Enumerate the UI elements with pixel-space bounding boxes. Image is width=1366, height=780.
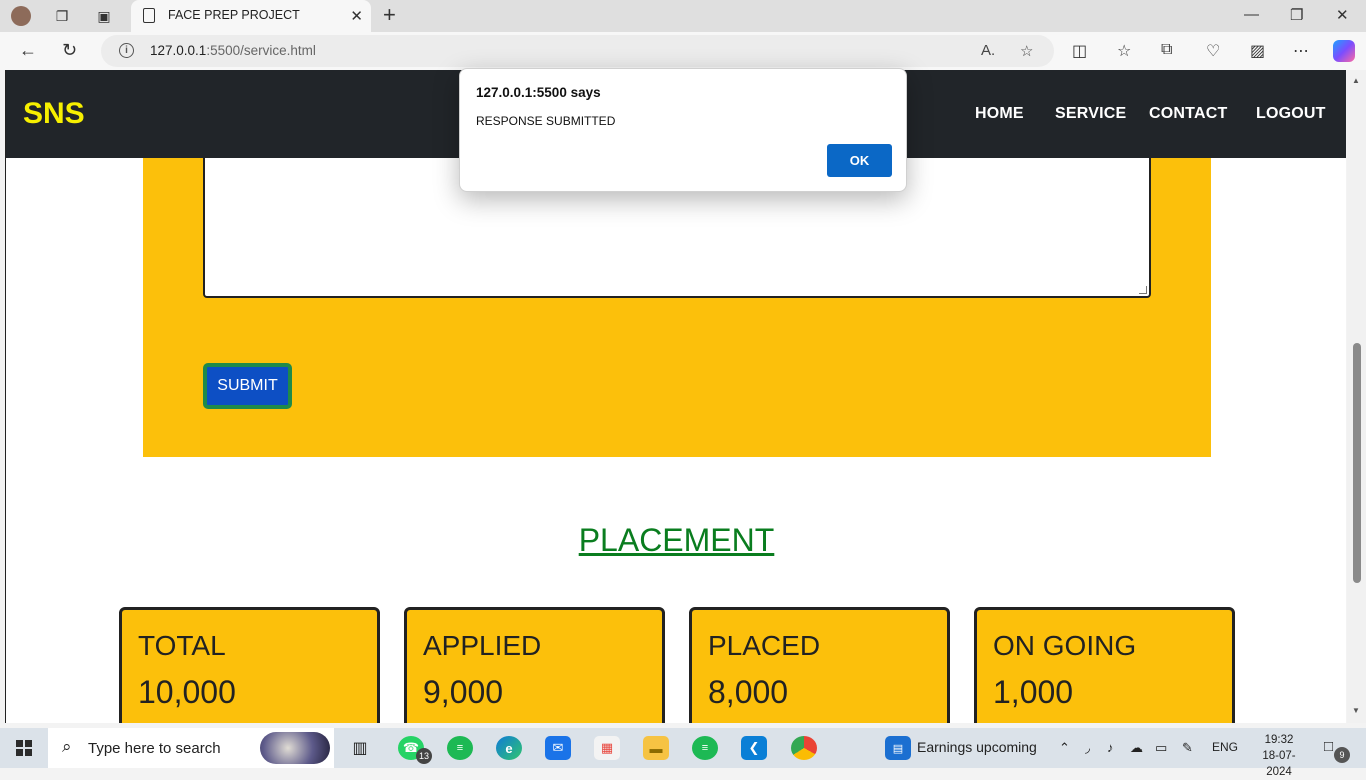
url-text: 127.0.0.1:5500/service.html [150, 43, 316, 58]
spotify-icon[interactable]: ≡ [447, 736, 473, 760]
vscode-icon[interactable]: ❮ [741, 736, 767, 760]
stat-card-total: TOTAL 10,000 [119, 607, 380, 723]
submit-button[interactable]: SUBMIT [203, 363, 292, 409]
profile-avatar[interactable] [11, 6, 31, 26]
browser-essentials-icon[interactable]: ♡ [1206, 41, 1220, 61]
stat-label: TOTAL [138, 630, 226, 661]
stat-label: APPLIED [423, 630, 542, 661]
nav-service[interactable]: SERVICE [1055, 105, 1126, 123]
spotify-icon-2[interactable]: ≡ [692, 736, 718, 760]
alert-title: 127.0.0.1:5500 says [476, 85, 601, 100]
address-toolbar: ← ↻ i 127.0.0.1:5500/service.html A. ☆ ◫… [0, 32, 1366, 70]
language-indicator[interactable]: ENG [1212, 740, 1238, 754]
favorite-star-icon[interactable]: ☆ [1020, 42, 1033, 60]
nav-logout[interactable]: LOGOUT [1256, 105, 1326, 123]
nav-contact[interactable]: CONTACT [1149, 105, 1227, 123]
stat-card-applied: APPLIED 9,000 [404, 607, 665, 723]
scrollbar-thumb[interactable] [1353, 343, 1361, 583]
chrome-icon[interactable] [791, 736, 817, 760]
alert-message: RESPONSE SUBMITTED [476, 114, 616, 128]
copilot-icon[interactable] [1333, 40, 1355, 62]
stat-card-placed: PLACED 8,000 [689, 607, 950, 723]
windows-taskbar: ⌕ Type here to search ▥ ☎ 13 ≡ e ✉ ▦ ▬ ≡… [0, 728, 1366, 778]
favorites-icon[interactable]: ☆ [1117, 41, 1131, 61]
search-highlight-image [260, 732, 330, 764]
workspaces-icon[interactable]: ❐ [52, 6, 72, 26]
battery-icon[interactable]: ▭ [1155, 740, 1167, 756]
url-host: 127.0.0.1 [150, 43, 207, 58]
resize-handle[interactable] [1139, 286, 1147, 294]
news-text[interactable]: Earnings upcoming [917, 739, 1037, 755]
alert-dialog: 127.0.0.1:5500 says RESPONSE SUBMITTED O… [459, 68, 907, 192]
show-hidden-icons[interactable]: ⌃ [1059, 740, 1070, 756]
address-bar[interactable]: i 127.0.0.1:5500/service.html A. ☆ [101, 35, 1054, 67]
split-screen-icon[interactable]: ◫ [1072, 41, 1087, 61]
url-path: :5500/service.html [206, 43, 316, 58]
taskbar-search[interactable]: ⌕ Type here to search [48, 728, 334, 768]
refresh-icon[interactable]: ↻ [62, 40, 77, 61]
close-window-icon[interactable]: ✕ [1336, 6, 1349, 24]
onedrive-icon[interactable]: ☁ [1130, 740, 1143, 756]
minimize-icon[interactable]: — [1244, 6, 1259, 23]
whatsapp-badge: 13 [416, 748, 432, 764]
document-icon [143, 8, 155, 23]
task-view-icon[interactable]: ▥ [347, 736, 373, 760]
more-menu-icon[interactable]: ⋯ [1293, 41, 1309, 61]
page-scrollbar[interactable]: ▲ ▼ [1347, 70, 1366, 723]
extensions-icon[interactable]: ▨ [1250, 41, 1265, 61]
pen-icon[interactable]: ✎ [1182, 740, 1193, 756]
stat-label: PLACED [708, 630, 821, 661]
stat-value: 10,000 [138, 674, 236, 710]
stat-value: 1,000 [993, 674, 1074, 710]
notification-icon[interactable]: □ [1324, 738, 1333, 755]
stat-card-ongoing: ON GOING 1,000 [974, 607, 1235, 723]
tab-actions-icon[interactable]: ▣ [94, 6, 114, 26]
file-explorer-icon[interactable]: ▬ [643, 736, 669, 760]
close-tab-icon[interactable]: ✕ [350, 7, 363, 25]
search-icon: ⌕ [62, 737, 72, 756]
store-icon[interactable]: ▦ [594, 736, 620, 760]
stat-value: 8,000 [708, 674, 789, 710]
mail-icon[interactable]: ✉ [545, 736, 571, 760]
edge-icon[interactable]: e [496, 736, 522, 760]
read-aloud-icon[interactable]: A. [981, 42, 995, 59]
browser-tab-strip: ❐ ▣ FACE PREP PROJECT ✕ + — ❐ ✕ [0, 0, 1366, 32]
windows-start-icon[interactable] [16, 740, 32, 756]
clock-date: 18-07-2024 [1262, 750, 1296, 778]
back-icon[interactable]: ← [19, 40, 37, 61]
nav-home[interactable]: HOME [975, 105, 1024, 123]
restore-icon[interactable]: ❐ [1290, 6, 1303, 24]
clock-time: 19:32 [1264, 734, 1294, 746]
tab-title: FACE PREP PROJECT [168, 8, 300, 22]
site-info-icon[interactable]: i [119, 43, 134, 58]
search-placeholder: Type here to search [88, 740, 221, 757]
notification-badge: 9 [1334, 747, 1350, 763]
collections-icon[interactable]: ⧉ [1161, 41, 1172, 59]
alert-ok-button[interactable]: OK [827, 144, 892, 177]
volume-icon[interactable]: ♪ [1107, 740, 1114, 755]
wifi-icon[interactable]: ◞ [1085, 740, 1090, 756]
site-brand[interactable]: SNS [23, 97, 85, 131]
stat-label: ON GOING [993, 630, 1137, 661]
new-tab-icon[interactable]: + [383, 4, 396, 26]
news-icon[interactable]: ▤ [885, 736, 911, 760]
stat-value: 9,000 [423, 674, 504, 710]
tab-face-prep-project[interactable]: FACE PREP PROJECT ✕ [131, 0, 371, 32]
placement-heading: PLACEMENT [578, 522, 775, 558]
taskbar-clock[interactable]: 19:32 18-07-2024 [1252, 732, 1306, 780]
scroll-up-icon[interactable]: ▲ [1352, 76, 1360, 85]
scroll-down-icon[interactable]: ▼ [1352, 706, 1360, 715]
